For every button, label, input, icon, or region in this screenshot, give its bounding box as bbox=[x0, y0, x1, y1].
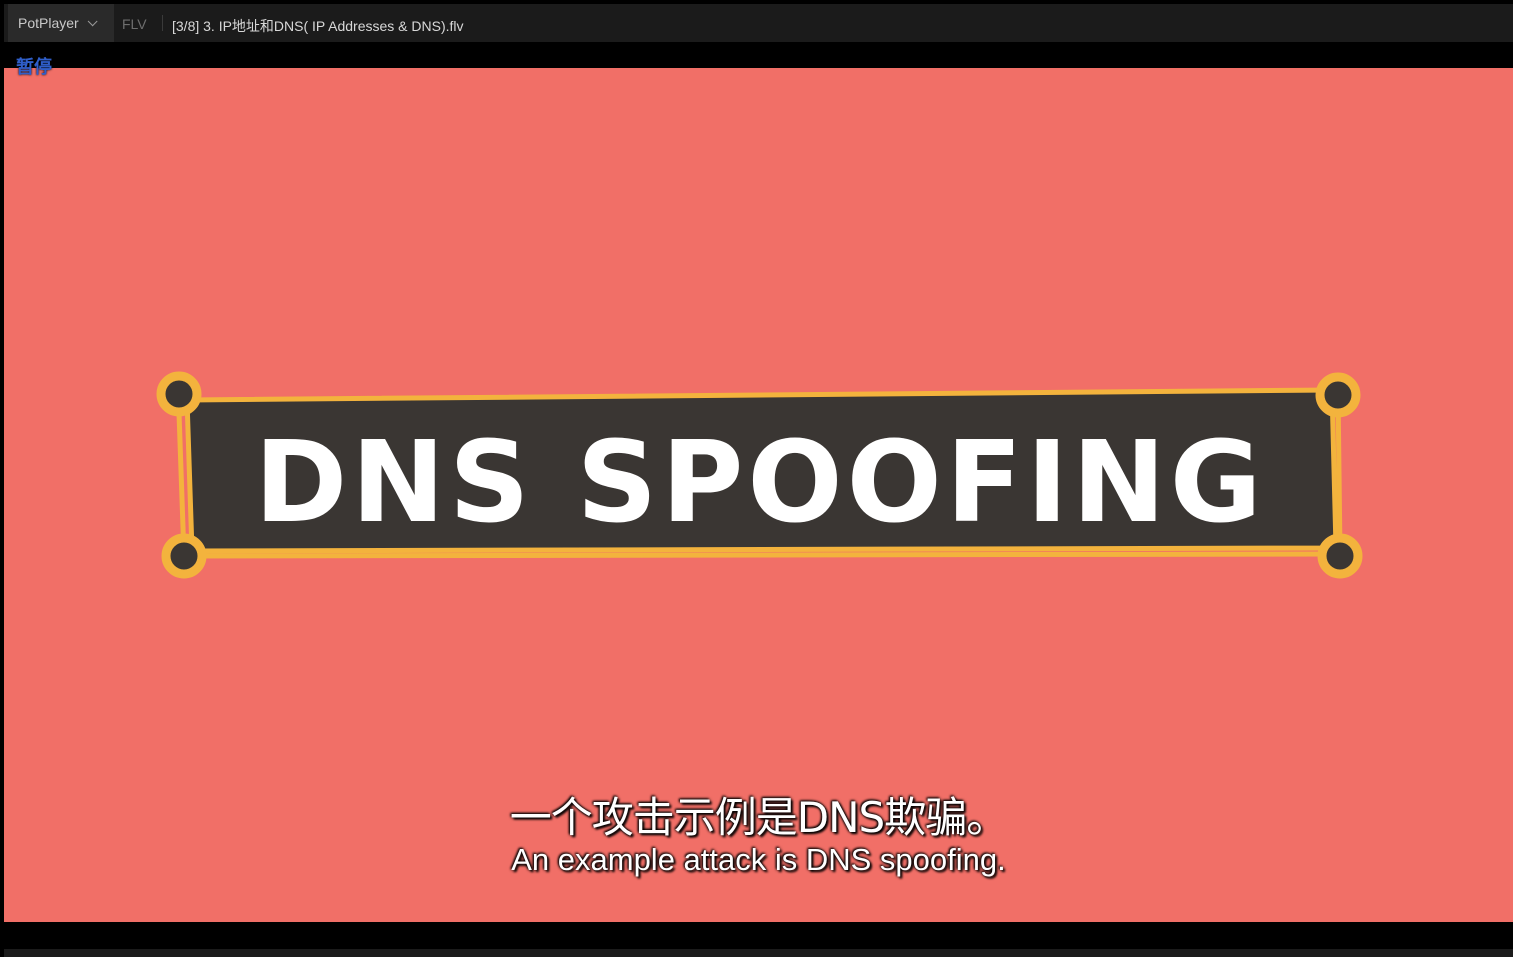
potplayer-window: PotPlayer FLV [3/8] 3. IP地址和DNS( IP Addr… bbox=[0, 0, 1513, 957]
chevron-down-icon bbox=[87, 15, 98, 26]
file-title: [3/8] 3. IP地址和DNS( IP Addresses & DNS).f… bbox=[172, 18, 464, 34]
pause-status-osd: 暂停 bbox=[16, 57, 52, 78]
subtitle-chinese: 一个攻击示例是DNS欺骗。 bbox=[509, 793, 1008, 842]
app-name: PotPlayer bbox=[18, 15, 79, 31]
banner-title: DNS SPOOFING bbox=[254, 418, 1265, 548]
video-area[interactable]: DNS SPOOFING 一个攻击示例是DNS欺骗。 An example at… bbox=[4, 68, 1513, 922]
title-bar[interactable]: PotPlayer FLV [3/8] 3. IP地址和DNS( IP Addr… bbox=[0, 0, 1513, 42]
divider bbox=[162, 15, 163, 31]
format-badge: FLV bbox=[122, 16, 147, 32]
app-menu-button[interactable]: PotPlayer bbox=[8, 4, 114, 42]
subtitle-english: An example attack is DNS spoofing. bbox=[511, 842, 1006, 877]
control-bar[interactable] bbox=[4, 949, 1513, 957]
